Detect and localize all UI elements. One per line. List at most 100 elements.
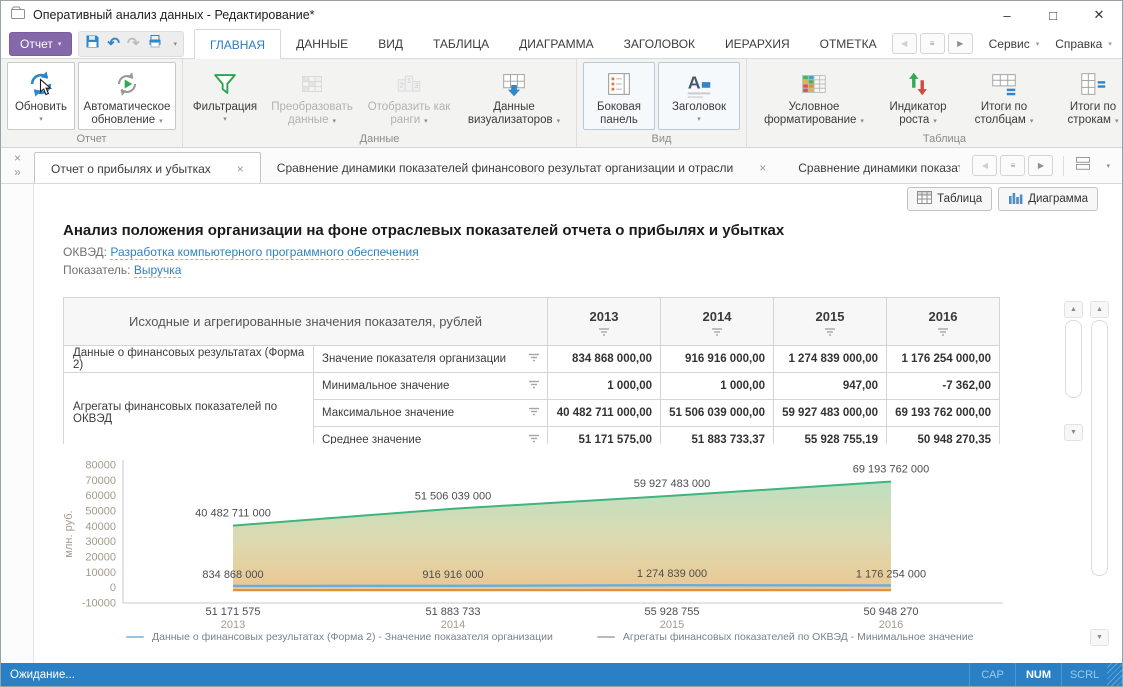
- ribbon-button-label: Автоматическое обновление▾: [79, 101, 175, 128]
- toggle-cht[interactable]: Диаграмма: [998, 187, 1098, 211]
- document-tab-2[interactable]: Сравнение динамики показателей финансово…: [261, 152, 782, 183]
- chevron-down-icon: ▾: [557, 118, 561, 125]
- svg-text:80000: 80000: [85, 460, 116, 472]
- print-options-caret-icon[interactable]: ▾: [174, 40, 178, 48]
- app-icon: [10, 5, 26, 26]
- expand-panel-icon[interactable]: »: [14, 166, 21, 179]
- scroll-down-icon[interactable]: ▼: [1090, 629, 1109, 646]
- ribbon-tab-вид[interactable]: ВИД: [363, 29, 418, 58]
- ribbon-button-auto[interactable]: Автоматическое обновление▾: [78, 62, 176, 130]
- filter-mini-icon[interactable]: [528, 434, 540, 445]
- ribbon-button-label: Условное форматирование▾: [754, 101, 874, 128]
- caps-lock-indicator: CAP: [969, 663, 1015, 686]
- ribbon-button-heading[interactable]: AЗаголовок▾: [658, 62, 740, 130]
- maximize-button[interactable]: □: [1030, 1, 1076, 29]
- value-cell: 834 868 000,00: [548, 346, 661, 373]
- legend-label: Агрегаты финансовых показателей по ОКВЭД…: [623, 631, 974, 643]
- nav-next-icon[interactable]: ▶: [1028, 155, 1053, 176]
- chevron-down-icon: ▾: [1030, 118, 1034, 125]
- row-group-cell: Агрегаты финансовых показателей по ОКВЭД: [64, 373, 314, 445]
- nav-next-icon[interactable]: ▶: [948, 33, 973, 54]
- redo-icon[interactable]: ↷: [127, 36, 140, 51]
- metric-cell: Среднее значение: [314, 427, 548, 445]
- scroll-down-icon[interactable]: ▼: [1064, 424, 1083, 441]
- print-icon[interactable]: [147, 33, 163, 54]
- filter-mini-icon[interactable]: [549, 327, 659, 337]
- toggle-label: Таблица: [937, 193, 982, 205]
- ribbon-button-coltotals[interactable]: Итоги по столбцам▾: [961, 62, 1047, 130]
- ribbon-button-rowtotals[interactable]: Итоги по строкам▾: [1050, 62, 1122, 130]
- ribbon-button-filter[interactable]: Фильтрация▾: [189, 62, 261, 130]
- ribbon-tab-данные[interactable]: ДАННЫЕ: [281, 29, 363, 58]
- quick-access-toolbar: ↶ ↷ ▾: [78, 31, 184, 57]
- nav-list-icon[interactable]: ≡: [1000, 155, 1025, 176]
- menu-service[interactable]: Сервис▾: [989, 37, 1040, 51]
- value-cell: 1 000,00: [661, 373, 774, 400]
- ribbon-button-transform: Преобразовать данные▾: [264, 62, 360, 130]
- layout-caret-icon[interactable]: ▾: [1106, 162, 1110, 170]
- close-icon[interactable]: ×: [237, 162, 244, 176]
- nav-prev-icon[interactable]: ◀: [892, 33, 917, 54]
- table-scrollbar[interactable]: ▲ ▼: [1064, 301, 1083, 441]
- ribbon-button-growth[interactable]: Индикатор роста▾: [878, 62, 958, 130]
- minimize-button[interactable]: –: [984, 1, 1030, 29]
- nav-prev-icon[interactable]: ◀: [972, 155, 997, 176]
- ribbon-button-visualizers[interactable]: Данные визуализаторов▾: [458, 62, 570, 130]
- okved-link[interactable]: Разработка компьютерного программного об…: [110, 245, 418, 260]
- collapsed-side-panel[interactable]: [1, 184, 34, 665]
- document-tab-3[interactable]: Сравнение динамики показателя баланса: [782, 152, 960, 183]
- filter-mini-icon[interactable]: [528, 353, 540, 366]
- ribbon-tab-отметка[interactable]: ОТМЕТКА: [805, 29, 892, 58]
- ribbon-tab-заголовок[interactable]: ЗАГОЛОВОК: [609, 29, 710, 58]
- chevron-down-icon: ▾: [1036, 40, 1040, 48]
- scrollbar-thumb[interactable]: [1091, 320, 1108, 576]
- table-row: Агрегаты финансовых показателей по ОКВЭД…: [64, 373, 1000, 400]
- ribbon: Обновить▾Автоматическое обновление▾Отчет…: [1, 58, 1122, 148]
- scroll-lock-indicator: SCRL: [1061, 663, 1107, 686]
- save-icon[interactable]: [85, 34, 100, 54]
- filter-mini-icon[interactable]: [528, 407, 540, 420]
- undo-icon[interactable]: ↶: [107, 36, 120, 51]
- report-menu-button[interactable]: Отчет ▾: [9, 32, 72, 56]
- resize-grip[interactable]: [1107, 663, 1122, 686]
- report-content: ТаблицаДиаграмма Анализ положения органи…: [1, 184, 1122, 665]
- chevron-down-icon: ▾: [58, 40, 62, 48]
- layout-icon[interactable]: [1074, 156, 1092, 176]
- nav-list-icon[interactable]: ≡: [920, 33, 945, 54]
- page-scrollbar[interactable]: ▲ ▼: [1090, 301, 1109, 646]
- close-button[interactable]: ✕: [1076, 1, 1122, 29]
- filter-mini-icon[interactable]: [662, 327, 772, 337]
- ribbon-tab-диаграмма[interactable]: ДИАГРАММА: [504, 29, 608, 58]
- ribbon-tab-иерархия[interactable]: ИЕРАРХИЯ: [710, 29, 805, 58]
- scroll-up-icon[interactable]: ▲: [1090, 301, 1109, 318]
- svg-text:59 927 483 000: 59 927 483 000: [634, 478, 710, 490]
- value-cell: 947,00: [774, 373, 887, 400]
- ribbon-button-refresh[interactable]: Обновить▾: [7, 62, 75, 130]
- ribbon-button-sidepanel[interactable]: Боковая панель: [583, 62, 655, 130]
- svg-text:50 948 270: 50 948 270: [863, 606, 918, 618]
- filter-mini-icon[interactable]: [888, 327, 998, 337]
- scroll-up-icon[interactable]: ▲: [1064, 301, 1083, 318]
- svg-text:60000: 60000: [85, 490, 116, 502]
- svg-text:30000: 30000: [85, 536, 116, 548]
- close-icon[interactable]: ×: [759, 161, 766, 175]
- indicator-link[interactable]: Выручка: [134, 263, 182, 278]
- close-panel-icon[interactable]: ×: [14, 152, 21, 165]
- svg-text:2013: 2013: [221, 619, 245, 630]
- filter-mini-icon[interactable]: [775, 327, 885, 337]
- scrollbar-thumb[interactable]: [1065, 320, 1082, 398]
- toggle-tbl[interactable]: Таблица: [907, 187, 992, 211]
- menu-help[interactable]: Справка▾: [1055, 37, 1112, 51]
- chevron-down-icon: ▾: [933, 118, 937, 125]
- ranks-icon: 213: [394, 67, 424, 101]
- document-tab-1[interactable]: Отчет о прибылях и убытках×: [34, 152, 261, 183]
- ribbon-tab-главная[interactable]: ГЛАВНАЯ: [194, 29, 281, 59]
- value-cell: 51 506 039 000,00: [661, 400, 774, 427]
- ribbon-tab-таблица[interactable]: ТАБЛИЦА: [418, 29, 504, 58]
- chevron-down-icon: ▾: [159, 118, 163, 125]
- growth-icon: [903, 67, 933, 101]
- ribbon-button-label: Фильтрация: [193, 101, 257, 114]
- legend-item: Агрегаты финансовых показателей по ОКВЭД…: [597, 631, 974, 643]
- ribbon-button-condformat[interactable]: Условное форматирование▾: [753, 62, 875, 130]
- filter-mini-icon[interactable]: [528, 380, 540, 393]
